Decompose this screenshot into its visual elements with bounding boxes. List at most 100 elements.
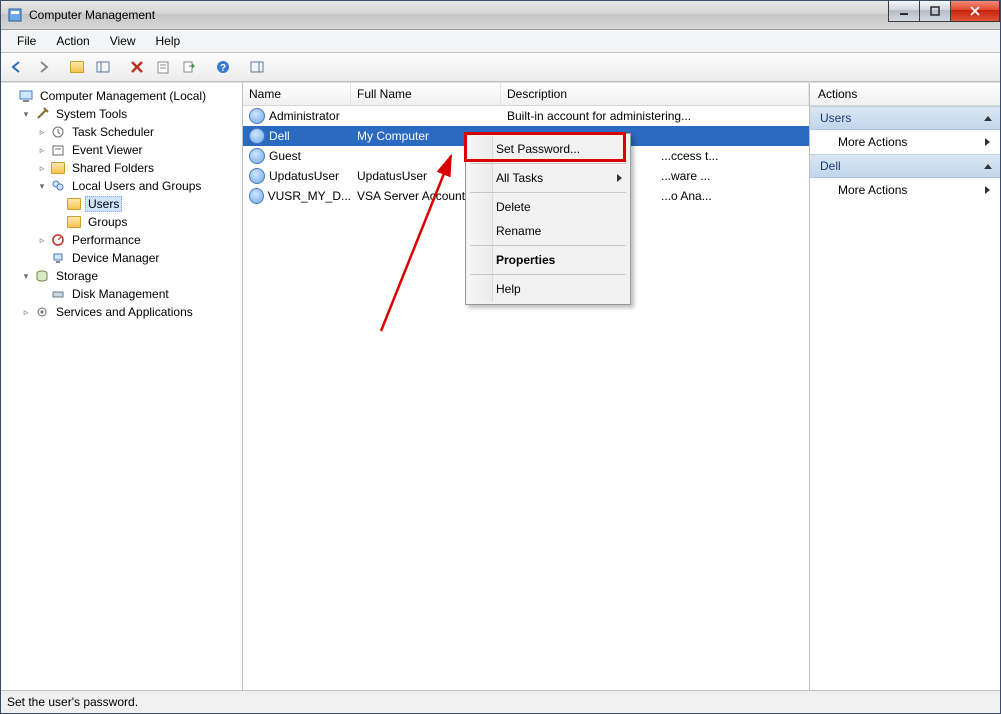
status-text: Set the user's password.	[7, 695, 138, 709]
menu-label: Delete	[496, 200, 531, 214]
menu-help[interactable]: Help	[148, 32, 189, 50]
clock-icon	[50, 124, 66, 140]
tree-performance[interactable]: ▹ Performance	[37, 231, 240, 249]
actions-section-users[interactable]: Users	[810, 106, 1000, 130]
tree-label: Device Manager	[69, 250, 162, 266]
menu-action[interactable]: Action	[48, 32, 97, 50]
col-fullname[interactable]: Full Name	[351, 83, 501, 105]
menu-separator	[470, 274, 626, 275]
user-icon	[249, 108, 265, 124]
expander-spacer	[37, 253, 47, 263]
maximize-button[interactable]	[919, 1, 951, 22]
tree-label: Services and Applications	[53, 304, 196, 320]
menu-label: Set Password...	[496, 142, 580, 156]
expander-icon[interactable]: ▾	[21, 271, 31, 281]
more-actions-dell[interactable]: More Actions	[810, 178, 1000, 202]
menu-help[interactable]: Help	[468, 278, 628, 300]
cell-name: Dell	[269, 129, 290, 143]
shared-folder-icon	[50, 160, 66, 176]
event-icon	[50, 142, 66, 158]
tree-device-manager[interactable]: Device Manager	[37, 249, 240, 267]
tree-event-viewer[interactable]: ▹ Event Viewer	[37, 141, 240, 159]
expander-icon[interactable]	[5, 91, 15, 101]
context-menu: Set Password... All Tasks Delete Rename …	[465, 133, 631, 305]
menu-file[interactable]: File	[9, 32, 44, 50]
minimize-button[interactable]	[888, 1, 920, 22]
export-button[interactable]	[177, 55, 201, 79]
window-frame: Computer Management File Action View Hel…	[0, 0, 1001, 714]
chevron-right-icon	[985, 138, 990, 146]
window-title: Computer Management	[29, 8, 155, 22]
tree-label: Task Scheduler	[69, 124, 157, 140]
menu-separator	[470, 192, 626, 193]
back-button[interactable]	[5, 55, 29, 79]
item-label: More Actions	[838, 135, 907, 149]
expander-icon[interactable]: ▹	[37, 163, 47, 173]
tree-local-users-groups[interactable]: ▾ Local Users and Groups	[37, 177, 240, 195]
tree-system-tools[interactable]: ▾ System Tools	[21, 105, 240, 123]
close-button[interactable]	[950, 1, 1000, 22]
up-button[interactable]	[65, 55, 89, 79]
tree-root[interactable]: Computer Management (Local)	[5, 87, 240, 105]
expander-icon[interactable]: ▹	[37, 145, 47, 155]
show-hide-tree-button[interactable]	[91, 55, 115, 79]
expander-icon[interactable]: ▾	[37, 181, 47, 191]
delete-button[interactable]	[125, 55, 149, 79]
section-title: Users	[820, 111, 851, 125]
tree-storage[interactable]: ▾ Storage	[21, 267, 240, 285]
actions-header: Actions	[810, 83, 1000, 106]
section-title: Dell	[820, 159, 841, 173]
chevron-right-icon	[985, 186, 990, 194]
col-description[interactable]: Description	[501, 83, 809, 105]
device-icon	[50, 250, 66, 266]
tree-label: Disk Management	[69, 286, 172, 302]
menu-label: Properties	[496, 253, 555, 267]
tree-services-apps[interactable]: ▹ Services and Applications	[21, 303, 240, 321]
tree-label: System Tools	[53, 106, 130, 122]
titlebar[interactable]: Computer Management	[1, 1, 1000, 30]
toolbar: ?	[1, 53, 1000, 82]
tools-icon	[34, 106, 50, 122]
expander-spacer	[53, 217, 63, 227]
more-actions-users[interactable]: More Actions	[810, 130, 1000, 154]
app-icon	[7, 7, 23, 23]
user-icon	[249, 168, 265, 184]
tree-groups[interactable]: Groups	[53, 213, 240, 231]
menu-separator	[470, 245, 626, 246]
col-name[interactable]: Name	[243, 83, 351, 105]
expander-icon[interactable]: ▹	[21, 307, 31, 317]
menu-view[interactable]: View	[102, 32, 144, 50]
collapse-icon	[984, 164, 992, 169]
expander-icon[interactable]: ▹	[37, 235, 47, 245]
list-row[interactable]: Administrator Built-in account for admin…	[243, 106, 809, 126]
expander-icon[interactable]: ▹	[37, 127, 47, 137]
menu-label: All Tasks	[496, 171, 543, 185]
column-headers: Name Full Name Description	[243, 83, 809, 106]
tree-task-scheduler[interactable]: ▹ Task Scheduler	[37, 123, 240, 141]
menu-delete[interactable]: Delete	[468, 196, 628, 218]
menu-separator	[470, 163, 626, 164]
menu-all-tasks[interactable]: All Tasks	[468, 167, 628, 189]
navigation-tree[interactable]: Computer Management (Local) ▾ System Too…	[1, 83, 243, 690]
cell-name: VUSR_MY_D...	[268, 189, 351, 203]
menu-set-password[interactable]: Set Password...	[468, 138, 628, 160]
action-pane-button[interactable]	[245, 55, 269, 79]
menu-properties[interactable]: Properties	[468, 249, 628, 271]
folder-icon	[66, 196, 82, 212]
tree-label: Local Users and Groups	[69, 178, 204, 194]
menu-label: Rename	[496, 224, 541, 238]
tree-disk-management[interactable]: Disk Management	[37, 285, 240, 303]
cell-name: Administrator	[269, 109, 340, 123]
submenu-arrow-icon	[617, 174, 622, 182]
cell-name: UpdatusUser	[269, 169, 339, 183]
menu-rename[interactable]: Rename	[468, 220, 628, 242]
tree-label: Groups	[85, 214, 130, 230]
tree-users[interactable]: Users	[53, 195, 240, 213]
help-button[interactable]: ?	[211, 55, 235, 79]
tree-shared-folders[interactable]: ▹ Shared Folders	[37, 159, 240, 177]
actions-section-dell[interactable]: Dell	[810, 154, 1000, 178]
properties-button[interactable]	[151, 55, 175, 79]
statusbar: Set the user's password.	[1, 690, 1000, 713]
forward-button[interactable]	[31, 55, 55, 79]
expander-icon[interactable]: ▾	[21, 109, 31, 119]
